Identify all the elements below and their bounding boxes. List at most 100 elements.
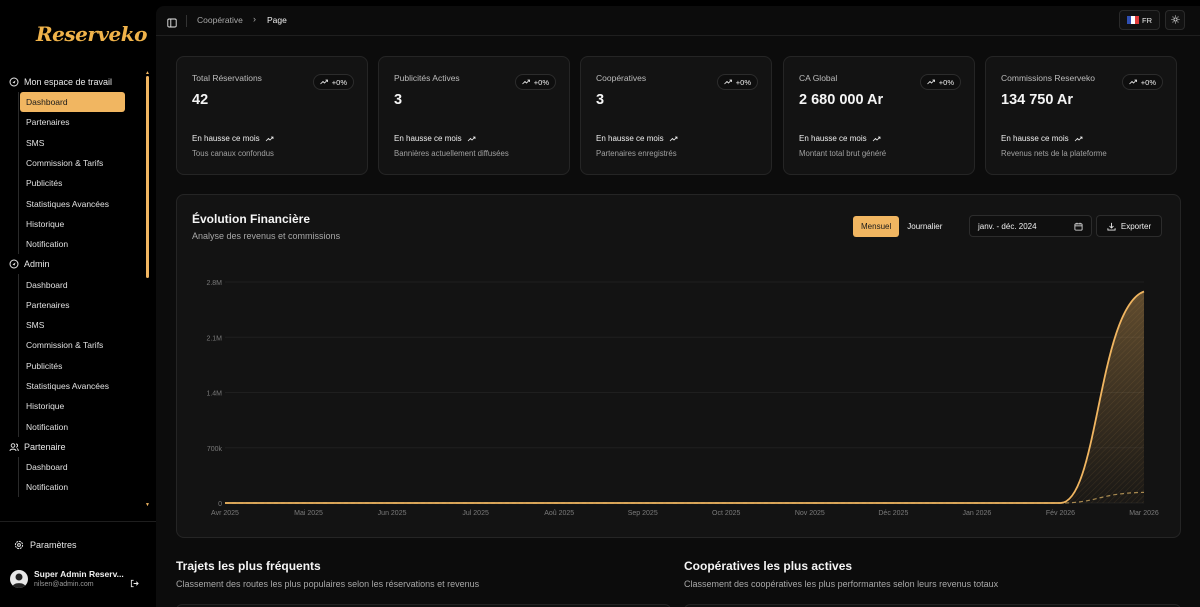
stat-title: CA Global (799, 73, 838, 83)
breadcrumb-current: Page (267, 15, 287, 25)
sidebar-item-admin-publicites[interactable]: Publicités (20, 356, 125, 376)
trend-up-icon (319, 79, 328, 85)
sidebar-item-commission[interactable]: Commission & Tarifs (20, 153, 125, 173)
user-info: Super Admin Reserv... nilsen@admin.com (34, 569, 124, 588)
sidebar-item-partenaire-dashboard[interactable]: Dashboard (20, 457, 125, 477)
stat-trend: En hausse ce mois (192, 134, 274, 143)
stat-desc: Revenus nets de la plateforme (1001, 149, 1107, 158)
nav-sub-workspace: Dashboard Partenaires SMS Commission & T… (18, 92, 150, 255)
sidebar-item-statistiques[interactable]: Statistiques Avancées (20, 193, 125, 213)
revenue-area-hatch (225, 291, 1144, 503)
revenue-area (225, 291, 1144, 503)
stat-badge-label: +0% (735, 77, 751, 87)
trend-up-icon (723, 79, 732, 85)
top-routes-title: Trajets les plus fréquents (176, 559, 321, 573)
user-profile[interactable]: Super Admin Reserv... nilsen@admin.com (10, 569, 150, 588)
stat-title: Publicités Actives (394, 73, 460, 83)
logout-icon[interactable] (130, 575, 139, 593)
stat-badge: +0% (919, 74, 961, 90)
x-tick-label: Sep 2025 (628, 510, 658, 517)
user-email: nilsen@admin.com (34, 581, 94, 588)
x-tick-label: Mai 2025 (294, 510, 323, 517)
sidebar-item-admin-historique[interactable]: Historique (20, 396, 125, 416)
x-tick-label: Mar 2026 (1129, 510, 1159, 517)
sidebar-item-notification[interactable]: Notification (20, 234, 125, 254)
stat-trend-label: En hausse ce mois (394, 134, 462, 143)
sun-icon (1170, 11, 1180, 29)
language-button[interactable]: FR (1119, 10, 1160, 30)
sidebar-item-admin-statistiques[interactable]: Statistiques Avancées (20, 376, 125, 396)
stat-trend: En hausse ce mois (799, 134, 881, 143)
stat-trend-label: En hausse ce mois (1001, 134, 1069, 143)
trend-up-icon (669, 136, 677, 141)
stat-badge-label: +0% (331, 77, 347, 87)
financial-chart-card: Évolution Financière Analyse des revenus… (176, 194, 1181, 538)
trend-up-icon (872, 136, 880, 141)
sidebar-item-publicites[interactable]: Publicités (20, 173, 125, 193)
theme-toggle-button[interactable] (1165, 10, 1185, 30)
trend-up-icon (1074, 136, 1082, 141)
app-logo[interactable]: Reserveko (36, 22, 147, 46)
top-cooperatives-subtitle: Classement des coopératives les plus per… (684, 579, 999, 589)
sidebar-toggle-icon[interactable] (167, 15, 177, 33)
stat-badge: +0% (312, 74, 354, 90)
breadcrumb-parent[interactable]: Coopérative (197, 15, 243, 25)
stat-trend-label: En hausse ce mois (596, 134, 664, 143)
sidebar-item-dashboard[interactable]: Dashboard (20, 92, 125, 113)
y-tick-label: 0 (218, 501, 222, 508)
top-cooperatives-title: Coopératives les plus actives (684, 559, 853, 573)
sidebar-item-admin-commission[interactable]: Commission & Tarifs (20, 335, 125, 355)
stat-badge: +0% (514, 74, 556, 90)
trend-up-icon (265, 136, 273, 141)
stat-trend-label: En hausse ce mois (192, 134, 260, 143)
sidebar-item-historique[interactable]: Historique (20, 214, 125, 234)
y-tick-label: 2.8M (206, 280, 222, 287)
stat-title: Coopératives (596, 73, 647, 83)
x-tick-label: Fév 2026 (1046, 510, 1075, 517)
scroll-down-arrow[interactable]: ▼ (145, 502, 150, 508)
x-tick-label: Aoû 2025 (544, 510, 574, 517)
nav-sub-admin: Dashboard Partenaires SMS Commission & T… (18, 274, 150, 437)
topbar-separator (186, 15, 187, 27)
x-tick-label: Jun 2025 (378, 510, 407, 517)
stat-value: 3 (596, 92, 605, 108)
stat-value: 3 (394, 92, 403, 108)
stat-card-publicites: Publicités Actives +0% 3 En hausse ce mo… (378, 56, 570, 175)
stat-trend: En hausse ce mois (394, 134, 476, 143)
trend-up-icon (521, 79, 530, 85)
stat-value: 134 750 Ar (1001, 92, 1074, 108)
stat-desc: Tous canaux confondus (192, 149, 274, 158)
gear-icon (14, 540, 24, 550)
sidebar-item-sms[interactable]: SMS (20, 133, 125, 153)
workspace-icon (9, 77, 19, 87)
x-tick-label: Avr 2025 (211, 510, 239, 517)
x-tick-label: Nov 2025 (795, 510, 825, 517)
nav-group-label: Admin (24, 259, 50, 270)
sidebar-item-admin-sms[interactable]: SMS (20, 315, 125, 335)
stat-card-commissions: Commissions Reserveko +0% 134 750 Ar En … (985, 56, 1177, 175)
sidebar-item-partenaire-notification[interactable]: Notification (20, 477, 125, 497)
sidebar-item-admin-notification[interactable]: Notification (20, 416, 125, 436)
stat-trend-label: En hausse ce mois (799, 134, 867, 143)
nav-group-label: Mon espace de travail (24, 77, 113, 87)
sidebar-item-admin-partenaires[interactable]: Partenaires (20, 295, 125, 315)
topbar: Coopérative › Page FR (156, 6, 1200, 36)
stat-value: 42 (192, 92, 209, 108)
stat-title: Total Réservations (192, 73, 262, 83)
settings-link[interactable]: Paramètres (14, 540, 77, 550)
financial-area-chart: 0 700k 1.4M 2.1M 2.8M Avr 2025 Mai 2025 Jun 20… (206, 280, 1159, 517)
sidebar-scrollbar[interactable] (146, 76, 149, 278)
stat-badge-label: +0% (1140, 77, 1156, 87)
nav-group-admin[interactable]: Admin (0, 254, 150, 274)
trend-up-icon (467, 136, 475, 141)
sidebar-item-admin-dashboard[interactable]: Dashboard (20, 274, 125, 294)
x-tick-label: Déc 2025 (878, 510, 908, 517)
settings-label: Paramètres (30, 540, 77, 550)
sidebar-item-partenaires[interactable]: Partenaires (20, 112, 125, 132)
x-tick-label: Jul 2025 (462, 510, 489, 517)
main-panel: Coopérative › Page FR Total Réservations… (156, 6, 1200, 607)
trend-up-icon (926, 79, 935, 85)
nav-group-label: Partenaire (24, 441, 66, 452)
nav-group-workspace[interactable]: Mon espace de travail (0, 72, 150, 92)
nav-group-partenaire[interactable]: Partenaire (0, 437, 150, 457)
